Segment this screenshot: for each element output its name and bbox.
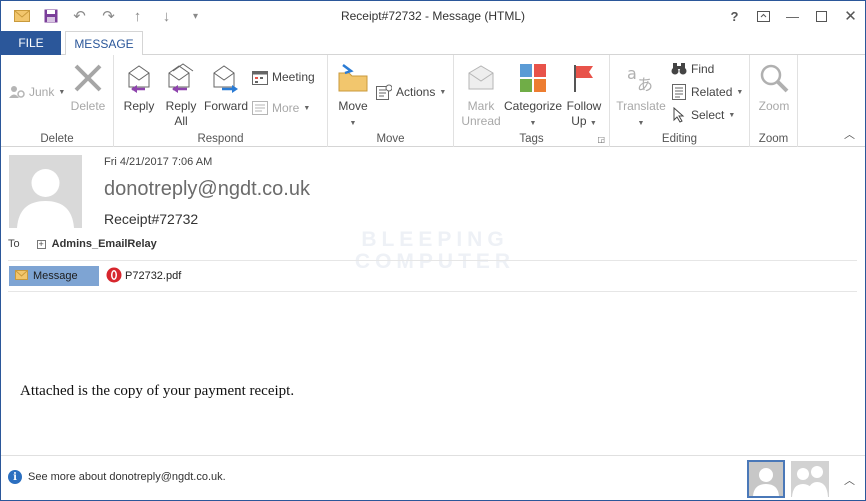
delete-x-icon (71, 61, 105, 95)
tab-file[interactable]: FILE (1, 31, 61, 55)
actions-button[interactable]: Actions ▼ (376, 82, 446, 102)
outlook-message-window: ↶ ↷ ↑ ↓ ▾ Receipt#72732 - Message (HTML)… (0, 0, 866, 501)
related-button[interactable]: Related ▼ (671, 82, 743, 102)
reply-all-button[interactable]: Reply All (161, 61, 201, 129)
svg-text:あ: あ (637, 75, 653, 93)
forward-button[interactable]: Forward (203, 61, 249, 114)
junk-button[interactable]: Junk ▼ (9, 82, 65, 102)
move-button[interactable]: Move ▼ (334, 61, 372, 131)
to-row: To + Admins_EmailRelay (8, 238, 157, 250)
flag-icon (567, 61, 601, 95)
chevron-down-icon: ▼ (58, 88, 66, 96)
meeting-button[interactable]: Meeting (252, 67, 315, 87)
close-icon[interactable]: ✕ (836, 1, 865, 31)
more-icon (252, 100, 268, 116)
reply-icon (122, 61, 156, 95)
contact-photo-icon[interactable] (747, 460, 785, 498)
attachment-bar: Message P72732.pdf (9, 266, 181, 286)
watermark: BLEEPING COMPUTER (354, 228, 516, 273)
to-label: To (8, 238, 20, 250)
select-button[interactable]: Select ▼ (671, 105, 735, 125)
message-header: Fri 4/21/2017 7:06 AM donotreply@ngdt.co… (1, 147, 865, 292)
tags-group: Mark Unread Categorize ▼ Follow Up ▼ Tag… (454, 55, 610, 147)
magnifier-icon (757, 61, 791, 95)
zoom-group: Zoom Zoom (750, 55, 798, 147)
junk-icon (9, 84, 25, 100)
people-group-icon[interactable] (791, 461, 829, 497)
chevron-down-icon: ▼ (349, 120, 357, 127)
envelope-icon (15, 269, 28, 283)
chevron-down-icon: ▼ (589, 120, 597, 127)
move-group: Move ▼ Actions ▼ Move (328, 55, 454, 147)
forward-icon (209, 61, 243, 95)
message-body-tab[interactable]: Message (9, 266, 99, 286)
meeting-icon (252, 69, 268, 85)
categorize-icon (516, 61, 550, 95)
maximize-icon[interactable] (807, 1, 836, 31)
respond-group-label: Respond (197, 133, 244, 145)
more-respond-button[interactable]: More ▼ (252, 98, 310, 118)
mark-unread-icon (464, 61, 498, 95)
sender-avatar (9, 155, 82, 228)
tags-dialog-launcher-icon[interactable]: ◲ (597, 135, 605, 144)
delete-group: Junk ▼ Delete Delete (1, 55, 114, 147)
translate-button[interactable]: aあ Translate ▼ (614, 61, 668, 131)
message-body: Attached is the copy of your payment rec… (20, 383, 295, 399)
collapse-ribbon-icon[interactable]: ︿ (844, 126, 855, 142)
categorize-button[interactable]: Categorize ▼ (504, 61, 562, 131)
related-icon (671, 84, 687, 100)
divider (8, 291, 857, 292)
recipient[interactable]: Admins_EmailRelay (52, 238, 157, 250)
help-button[interactable]: ? (720, 1, 749, 31)
sent-date: Fri 4/21/2017 7:06 AM (104, 156, 213, 168)
message-subject: Receipt#72732 (104, 211, 199, 227)
sender-address[interactable]: donotreply@ngdt.co.uk (104, 178, 310, 201)
ribbon: Junk ▼ Delete Delete Reply Reply All For… (1, 55, 865, 147)
expand-people-pane-icon[interactable]: ︿ (844, 472, 855, 488)
delete-group-label: Delete (40, 133, 74, 145)
ribbon-tabs: FILE MESSAGE (1, 31, 865, 56)
move-folder-icon (336, 61, 370, 95)
tags-group-label: Tags (519, 133, 544, 145)
ribbon-display-options-icon[interactable] (749, 1, 778, 31)
editing-group: aあ Translate ▼ Find Related ▼ Select ▼ E… (610, 55, 750, 147)
binoculars-icon (671, 61, 687, 77)
delete-button[interactable]: Delete (67, 61, 109, 114)
mark-unread-button[interactable]: Mark Unread (458, 61, 504, 129)
actions-icon (376, 84, 392, 100)
zoom-button[interactable]: Zoom (754, 61, 794, 114)
svg-text:a: a (627, 64, 637, 83)
follow-up-button[interactable]: Follow Up ▼ (563, 61, 605, 131)
reply-all-icon (164, 61, 198, 95)
window-controls: ? — ✕ (720, 1, 865, 31)
editing-group-label: Editing (661, 133, 698, 145)
move-group-label: Move (376, 133, 405, 145)
pdf-attachment[interactable]: P72732.pdf (106, 267, 181, 286)
chevron-down-icon: ▼ (736, 88, 744, 96)
title-bar: ↶ ↷ ↑ ↓ ▾ Receipt#72732 - Message (HTML)… (1, 1, 865, 31)
see-more-link[interactable]: i See more about donotreply@ngdt.co.uk. (8, 470, 226, 484)
chevron-down-icon: ▼ (439, 88, 447, 96)
chevron-down-icon: ▼ (728, 111, 736, 119)
translate-icon: aあ (624, 61, 658, 95)
respond-group: Reply Reply All Forward Meeting More ▼ R… (114, 55, 328, 147)
zoom-group-label: Zoom (758, 133, 789, 145)
chevron-down-icon: ▼ (529, 120, 537, 127)
chevron-down-icon: ▼ (303, 104, 311, 112)
info-icon: i (8, 470, 22, 484)
tab-message[interactable]: MESSAGE (65, 31, 143, 56)
minimize-icon[interactable]: — (778, 1, 807, 31)
people-pane: i See more about donotreply@ngdt.co.uk. … (1, 455, 865, 500)
cursor-icon (671, 107, 687, 123)
reply-button[interactable]: Reply (119, 61, 159, 114)
chevron-down-icon: ▼ (637, 120, 645, 127)
divider (8, 260, 857, 261)
expand-group-icon[interactable]: + (36, 239, 46, 249)
find-button[interactable]: Find (671, 59, 714, 79)
pdf-file-icon (106, 267, 122, 286)
